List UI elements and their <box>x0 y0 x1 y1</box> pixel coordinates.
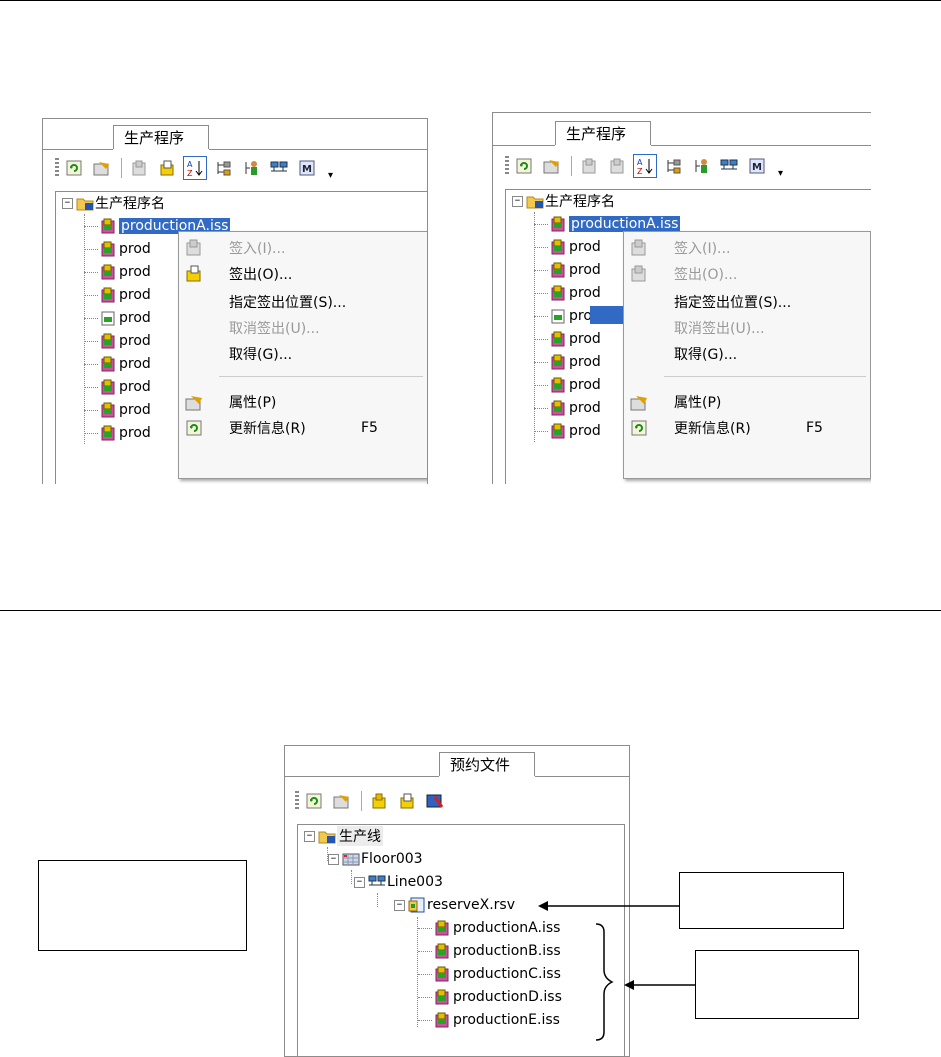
callout-arrows <box>538 901 695 1041</box>
